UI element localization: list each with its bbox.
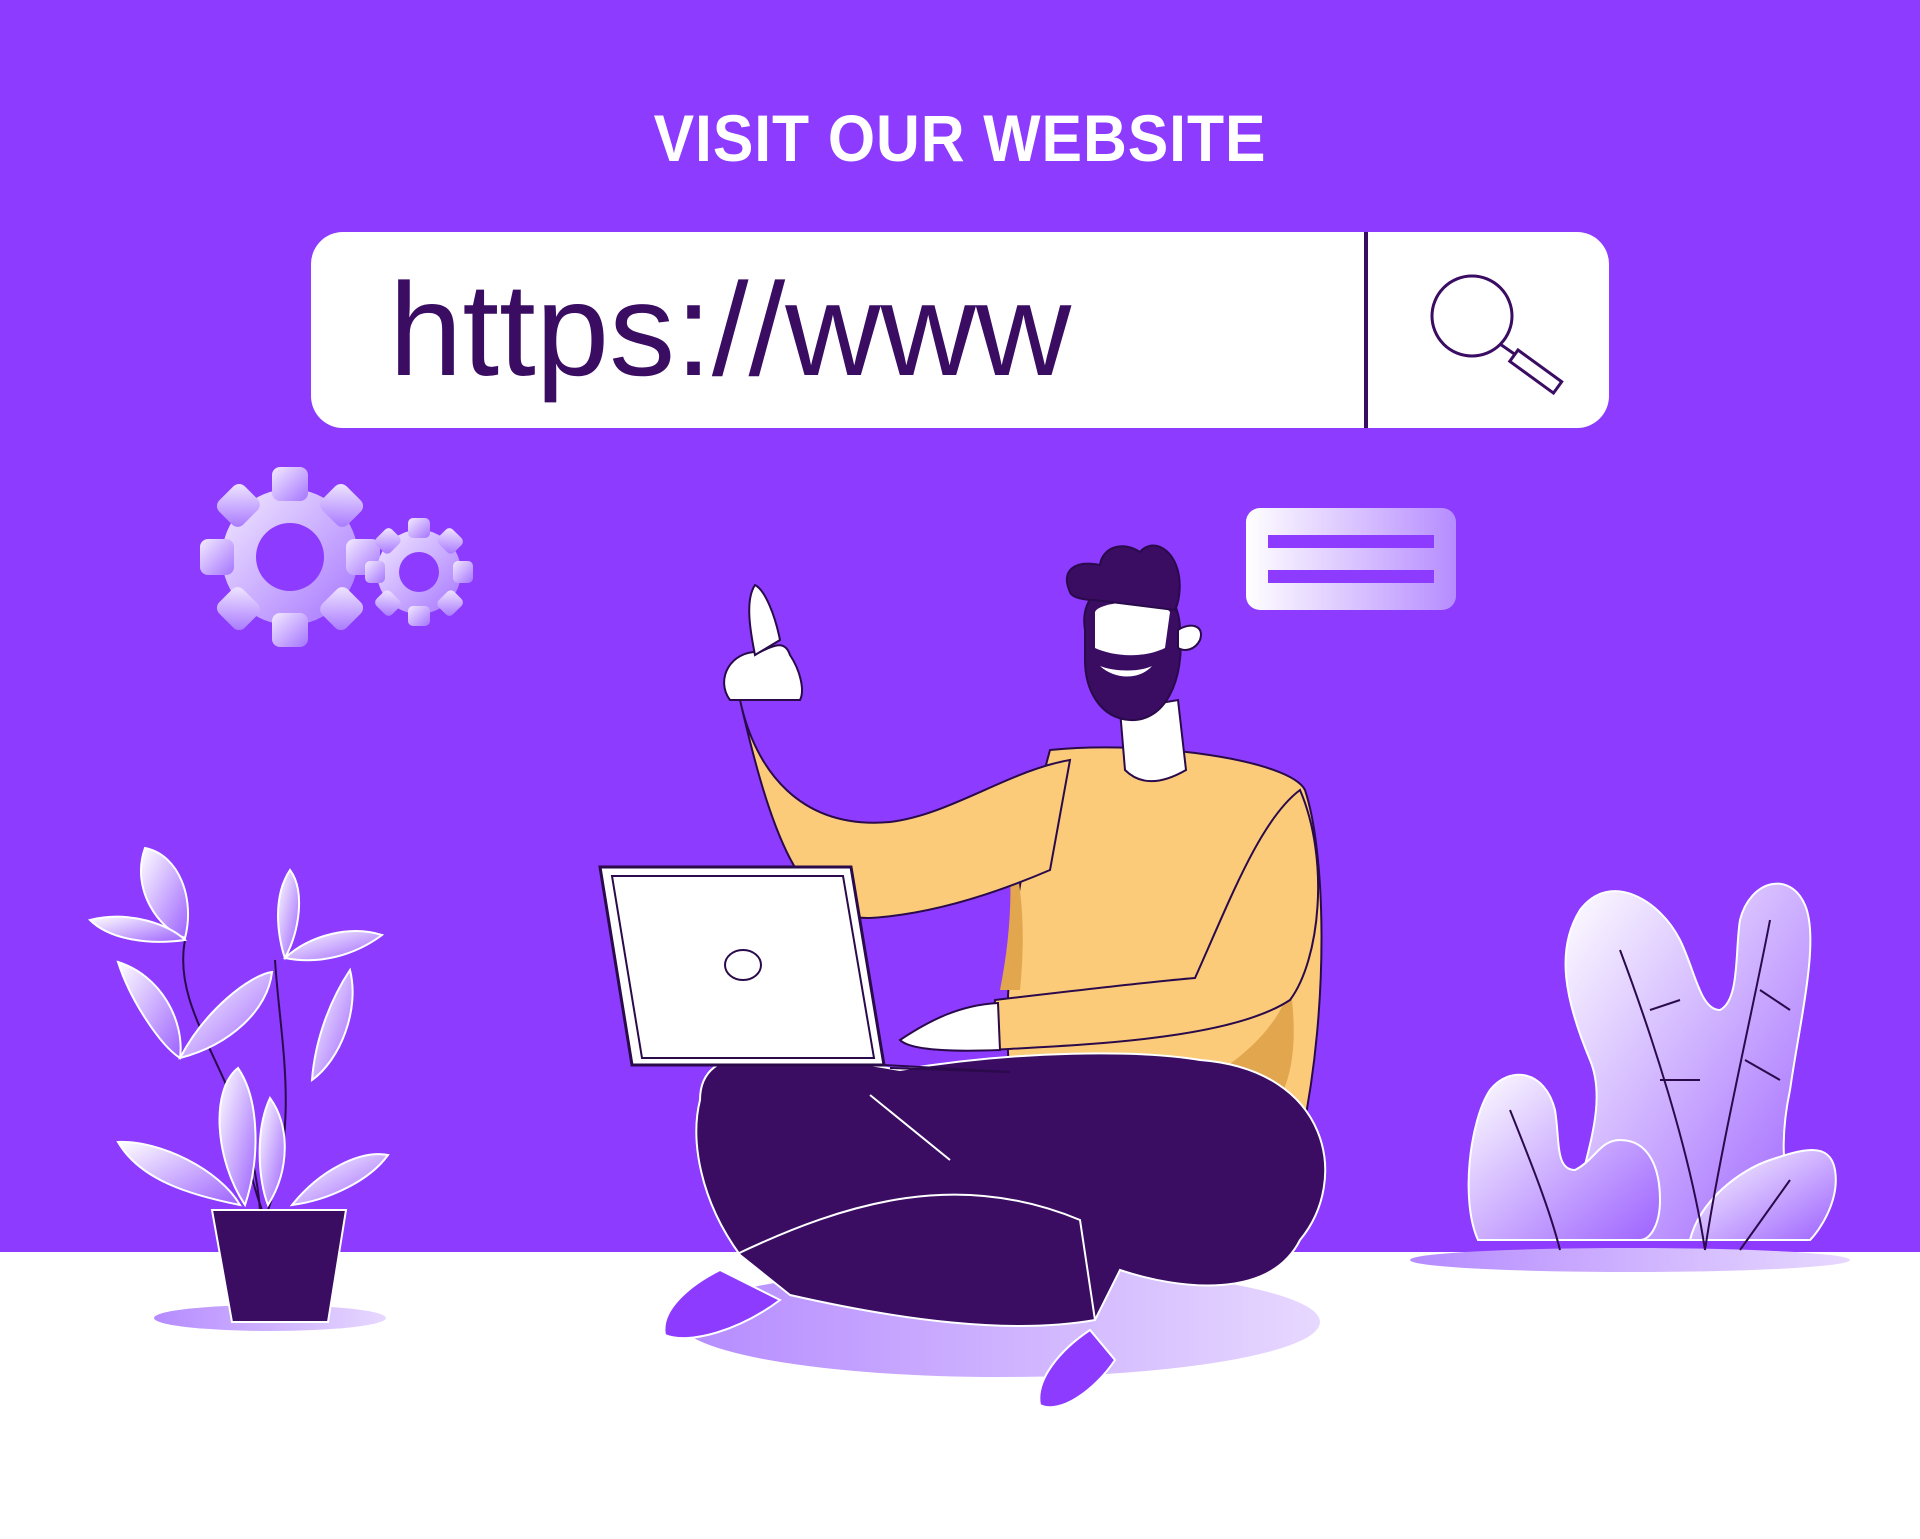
gears-icon <box>200 467 473 647</box>
man-figure <box>598 544 1327 1409</box>
potted-plant <box>88 846 390 1331</box>
illustration <box>88 467 1850 1409</box>
bush <box>1410 882 1850 1272</box>
promo-banner: VISIT OUR WEBSITE <box>0 0 1920 1539</box>
chat-bubble-icon <box>1246 508 1456 610</box>
